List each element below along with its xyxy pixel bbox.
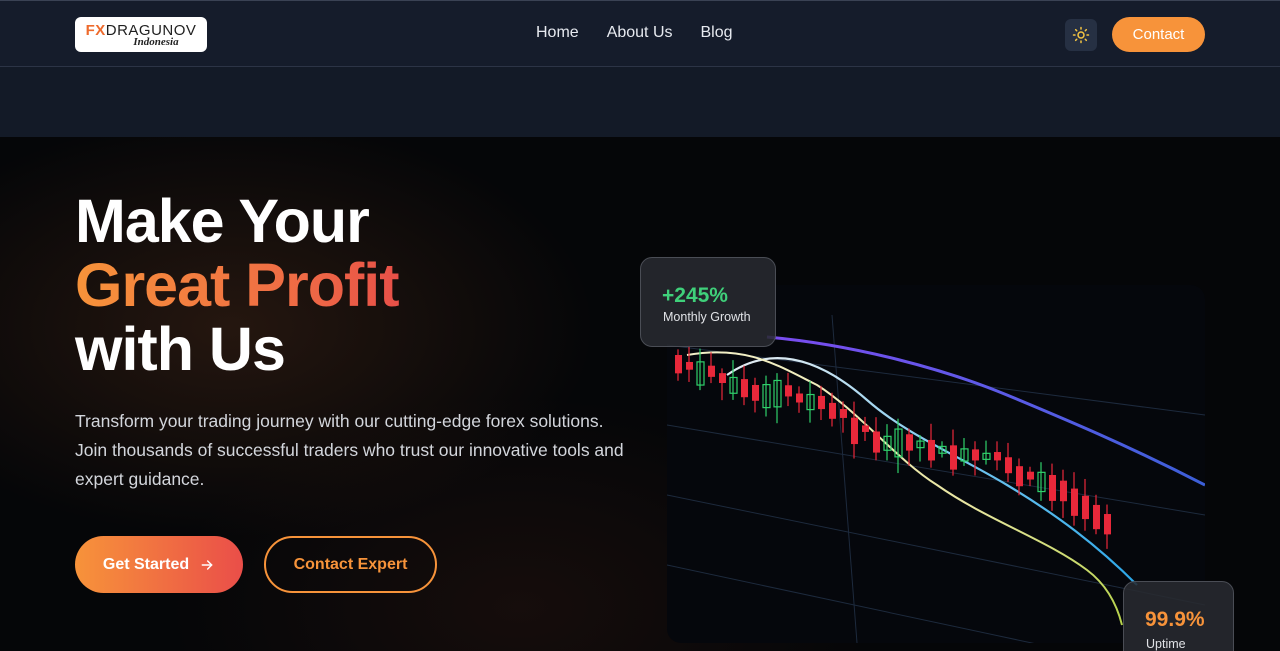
uptime-stat-card: 99.9% Uptime xyxy=(1123,581,1234,651)
candle-body xyxy=(1082,495,1089,520)
candle-body xyxy=(708,365,715,377)
hero-headline: Make Your Great Profit with Us xyxy=(75,187,400,383)
brand-logo[interactable]: FXDRAGUNOV Indonesia xyxy=(75,17,207,52)
candle-body xyxy=(719,373,726,384)
navbar: FXDRAGUNOV Indonesia Home About Us Blog … xyxy=(0,0,1280,67)
candle-body xyxy=(972,449,979,461)
growth-stat-card: +245% Monthly Growth xyxy=(640,257,776,347)
logo-prefix: FX xyxy=(85,21,106,39)
candle-body xyxy=(1104,514,1111,535)
candle-body xyxy=(994,452,1001,461)
candle-body xyxy=(785,385,792,397)
get-started-button[interactable]: Get Started xyxy=(75,536,243,593)
candle-body xyxy=(752,384,759,401)
candle-body xyxy=(950,445,957,470)
theme-toggle-button[interactable] xyxy=(1065,19,1097,51)
nav-link-blog[interactable]: Blog xyxy=(701,24,733,42)
hero-description: Transform your trading journey with our … xyxy=(75,411,624,489)
candle-body xyxy=(1071,488,1078,516)
candle-body xyxy=(1093,504,1100,530)
nav-links: Home About Us Blog xyxy=(536,24,733,42)
headline-line-1: Make Your xyxy=(75,187,370,255)
nav-link-about[interactable]: About Us xyxy=(607,24,673,42)
logo-subtitle: Indonesia xyxy=(133,35,179,48)
candle-body xyxy=(906,434,913,451)
contact-button[interactable]: Contact xyxy=(1112,17,1205,52)
candle-body xyxy=(873,431,880,453)
candle-body xyxy=(675,355,682,374)
candle-body xyxy=(741,379,748,398)
candle-body xyxy=(818,395,825,410)
headline-accent: Great Profit xyxy=(75,251,400,319)
contact-expert-button[interactable]: Contact Expert xyxy=(264,536,437,593)
candle-body xyxy=(829,402,836,419)
candle-body xyxy=(796,393,803,403)
candle-body xyxy=(851,417,858,445)
candle-body xyxy=(862,425,869,432)
candle-body xyxy=(1049,474,1056,501)
hero-section: Make Your Great Profit with Us Transform… xyxy=(0,137,1280,651)
candle-body xyxy=(1060,480,1067,502)
growth-label: Monthly Growth xyxy=(663,310,751,324)
arrow-right-icon xyxy=(201,559,213,570)
candle-body xyxy=(1027,471,1034,480)
sun-icon xyxy=(1072,26,1090,44)
uptime-value: 99.9% xyxy=(1145,608,1205,631)
nav-link-home[interactable]: Home xyxy=(536,24,579,42)
headline-line-3: with Us xyxy=(75,315,286,383)
candle-body xyxy=(1016,466,1023,487)
candle-body xyxy=(1005,457,1012,474)
candle-body xyxy=(686,361,693,370)
candle-body xyxy=(840,409,847,418)
uptime-label: Uptime xyxy=(1146,637,1186,651)
candles xyxy=(675,345,1111,549)
growth-value: +245% xyxy=(662,284,728,307)
get-started-label: Get Started xyxy=(102,555,190,573)
candle-body xyxy=(928,439,935,461)
